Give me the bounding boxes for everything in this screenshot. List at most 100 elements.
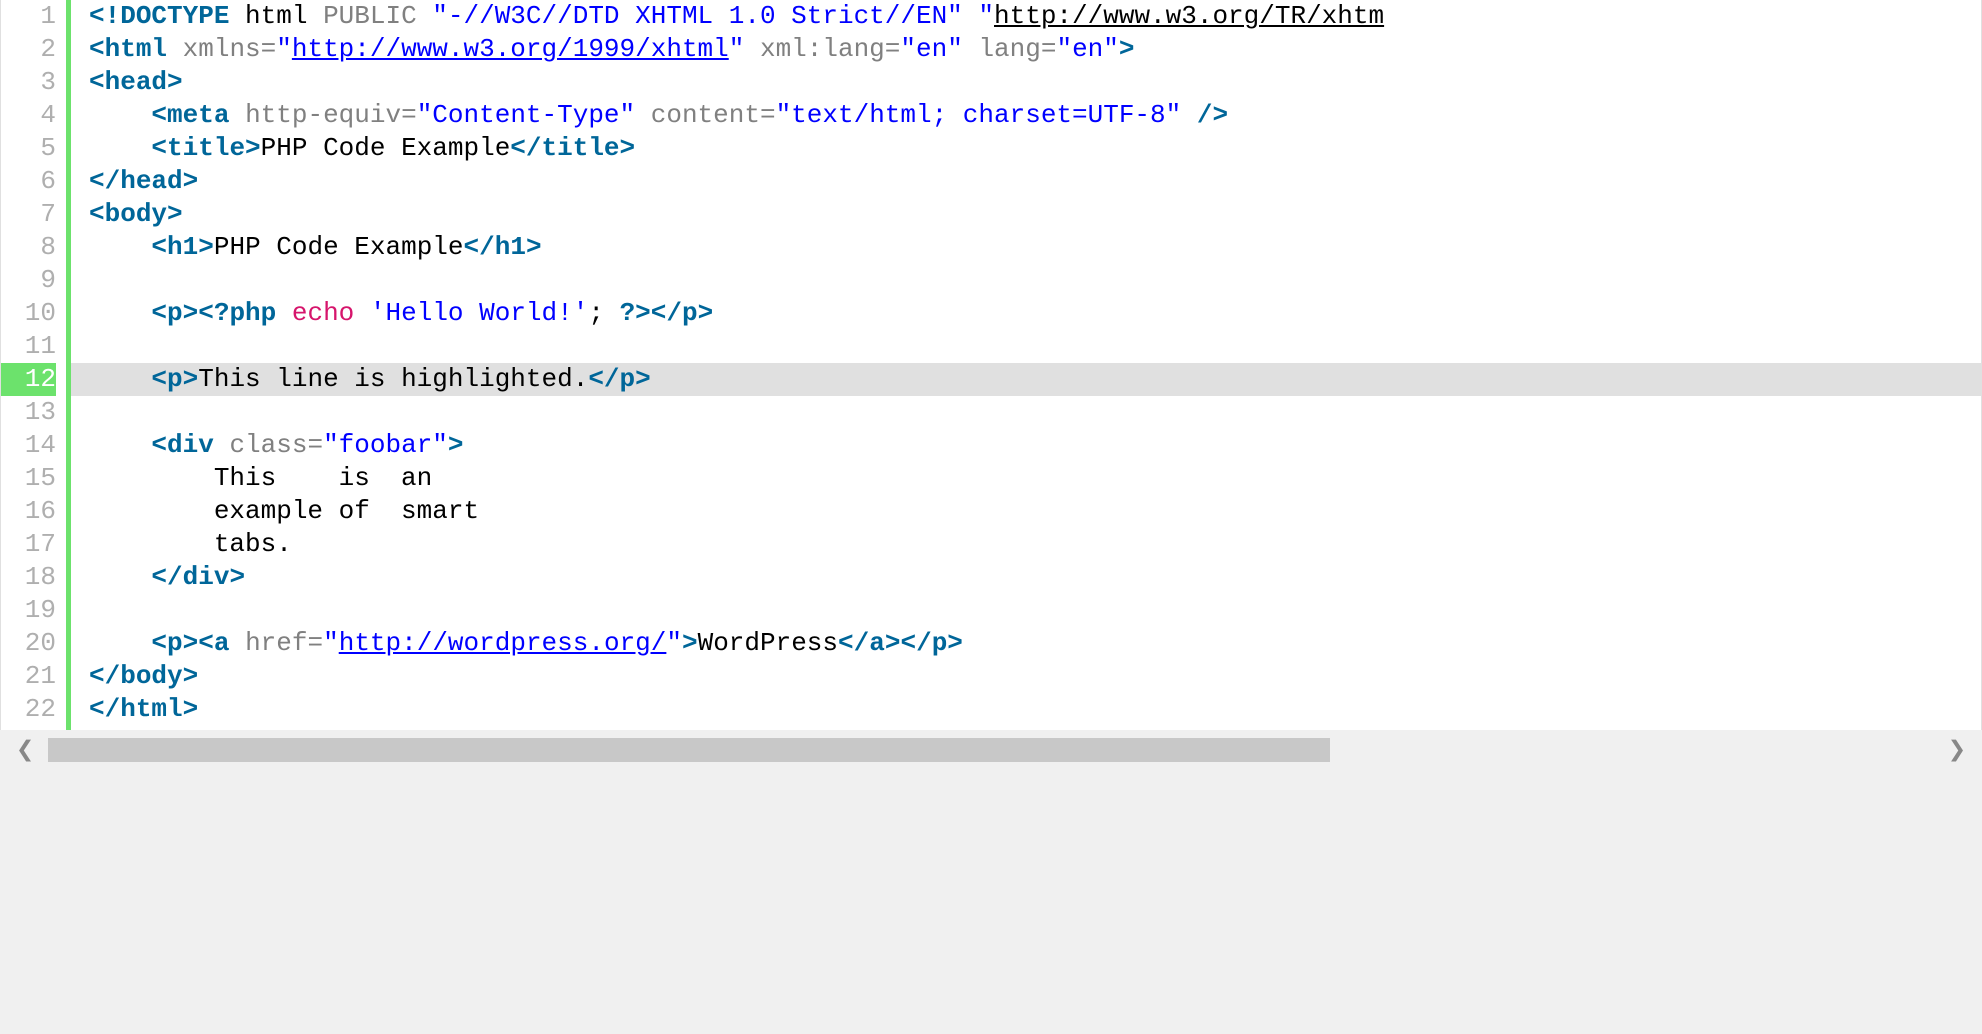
code-token [354, 298, 370, 328]
code-line[interactable] [71, 396, 1981, 429]
code-area[interactable]: <!DOCTYPE html PUBLIC "-//W3C//DTD XHTML… [71, 0, 1981, 730]
code-token: </ [89, 661, 120, 691]
code-token: DOCTYPE [120, 1, 229, 31]
code-token: body [105, 199, 167, 229]
code-token: meta [167, 100, 229, 130]
line-number: 6 [1, 165, 56, 198]
code-line[interactable]: </html> [71, 693, 1981, 726]
code-token [89, 331, 105, 361]
code-line[interactable]: <head> [71, 66, 1981, 99]
code-token: = [307, 430, 323, 460]
code-token [229, 100, 245, 130]
code-token: </ [151, 562, 182, 592]
code-token: </ [588, 364, 619, 394]
code-token: < [89, 67, 105, 97]
line-number-gutter: 12345678910111213141516171819202122 [1, 0, 71, 730]
code-token: "Content-Type" [417, 100, 635, 130]
code-token: <! [89, 1, 120, 31]
code-token: p [932, 628, 948, 658]
code-token: html [105, 34, 167, 64]
code-token: "-//W3C//DTD XHTML 1.0 Strict//EN" [432, 1, 963, 31]
code-line[interactable]: <p><a href="http://wordpress.org/">WordP… [71, 627, 1981, 660]
code-token: </ [900, 628, 931, 658]
code-line[interactable]: <!DOCTYPE html PUBLIC "-//W3C//DTD XHTML… [71, 0, 1981, 33]
code-token: " [729, 34, 745, 64]
code-line[interactable]: </body> [71, 660, 1981, 693]
line-number: 10 [1, 297, 56, 330]
code-token: </ [510, 133, 541, 163]
code-token: < [151, 133, 167, 163]
code-line[interactable]: </div> [71, 561, 1981, 594]
code-line[interactable]: <p><?php echo 'Hello World!'; ?></p> [71, 297, 1981, 330]
code-token: > [167, 67, 183, 97]
code-viewer: 12345678910111213141516171819202122 <!DO… [0, 0, 1982, 730]
code-line[interactable]: </head> [71, 165, 1981, 198]
code-token: a [214, 628, 230, 658]
code-token: <?php [198, 298, 292, 328]
code-token: ?> [620, 298, 651, 328]
code-line[interactable]: <p>This line is highlighted.</p> [71, 363, 1981, 396]
scroll-right-arrow-icon[interactable]: ❯ [1940, 732, 1974, 769]
code-token [963, 1, 979, 31]
code-token: > [198, 232, 214, 262]
code-token: lang [978, 34, 1040, 64]
code-token: p [167, 298, 183, 328]
code-token: = [308, 628, 324, 658]
code-line[interactable]: <h1>PHP Code Example</h1> [71, 231, 1981, 264]
code-token: </ [838, 628, 869, 658]
code-line[interactable]: This is an [71, 462, 1981, 495]
code-token: xmlns [183, 34, 261, 64]
line-number: 3 [1, 66, 56, 99]
code-token: < [89, 199, 105, 229]
code-line[interactable]: tabs. [71, 528, 1981, 561]
code-token: </ [89, 694, 120, 724]
code-token [89, 100, 151, 130]
code-token: title [542, 133, 620, 163]
code-token: This line is highlighted. [198, 364, 588, 394]
code-token: " [276, 34, 292, 64]
code-token: > [682, 628, 698, 658]
code-token: > [448, 430, 464, 460]
code-token: = [401, 100, 417, 130]
code-token: p [167, 628, 183, 658]
code-token: html [229, 1, 323, 31]
line-number: 4 [1, 99, 56, 132]
code-token: class [229, 430, 307, 460]
line-number: 14 [1, 429, 56, 462]
code-token: http://www.w3.org/1999/xhtml [292, 34, 729, 64]
code-token: > [183, 628, 199, 658]
code-token: < [151, 430, 167, 460]
code-token: body [120, 661, 182, 691]
code-token: > [167, 199, 183, 229]
code-token: < [198, 628, 214, 658]
code-token: < [151, 232, 167, 262]
code-line[interactable] [71, 594, 1981, 627]
code-line[interactable]: <meta http-equiv="Content-Type" content=… [71, 99, 1981, 132]
code-token: This is an [89, 463, 432, 493]
code-token: a [869, 628, 885, 658]
code-token: html [120, 694, 182, 724]
code-token: > [183, 298, 199, 328]
scroll-left-arrow-icon[interactable]: ❮ [8, 732, 42, 769]
code-line[interactable] [71, 330, 1981, 363]
code-token: div [167, 430, 214, 460]
code-token: < [151, 298, 167, 328]
code-line[interactable]: <body> [71, 198, 1981, 231]
code-line[interactable]: <div class="foobar"> [71, 429, 1981, 462]
code-token: example of smart [89, 496, 479, 526]
scroll-thumb[interactable] [48, 738, 1330, 762]
code-token: tabs. [89, 529, 292, 559]
code-token: "en" [900, 34, 962, 64]
code-token: ; [588, 298, 619, 328]
code-token: xml:lang [760, 34, 885, 64]
scroll-track[interactable] [48, 738, 1934, 762]
code-line[interactable]: example of smart [71, 495, 1981, 528]
code-token: p [167, 364, 183, 394]
code-token [214, 430, 230, 460]
code-token: head [120, 166, 182, 196]
code-line[interactable]: <title>PHP Code Example</title> [71, 132, 1981, 165]
line-number: 15 [1, 462, 56, 495]
code-line[interactable] [71, 264, 1981, 297]
code-token: WordPress [698, 628, 838, 658]
code-line[interactable]: <html xmlns="http://www.w3.org/1999/xhtm… [71, 33, 1981, 66]
